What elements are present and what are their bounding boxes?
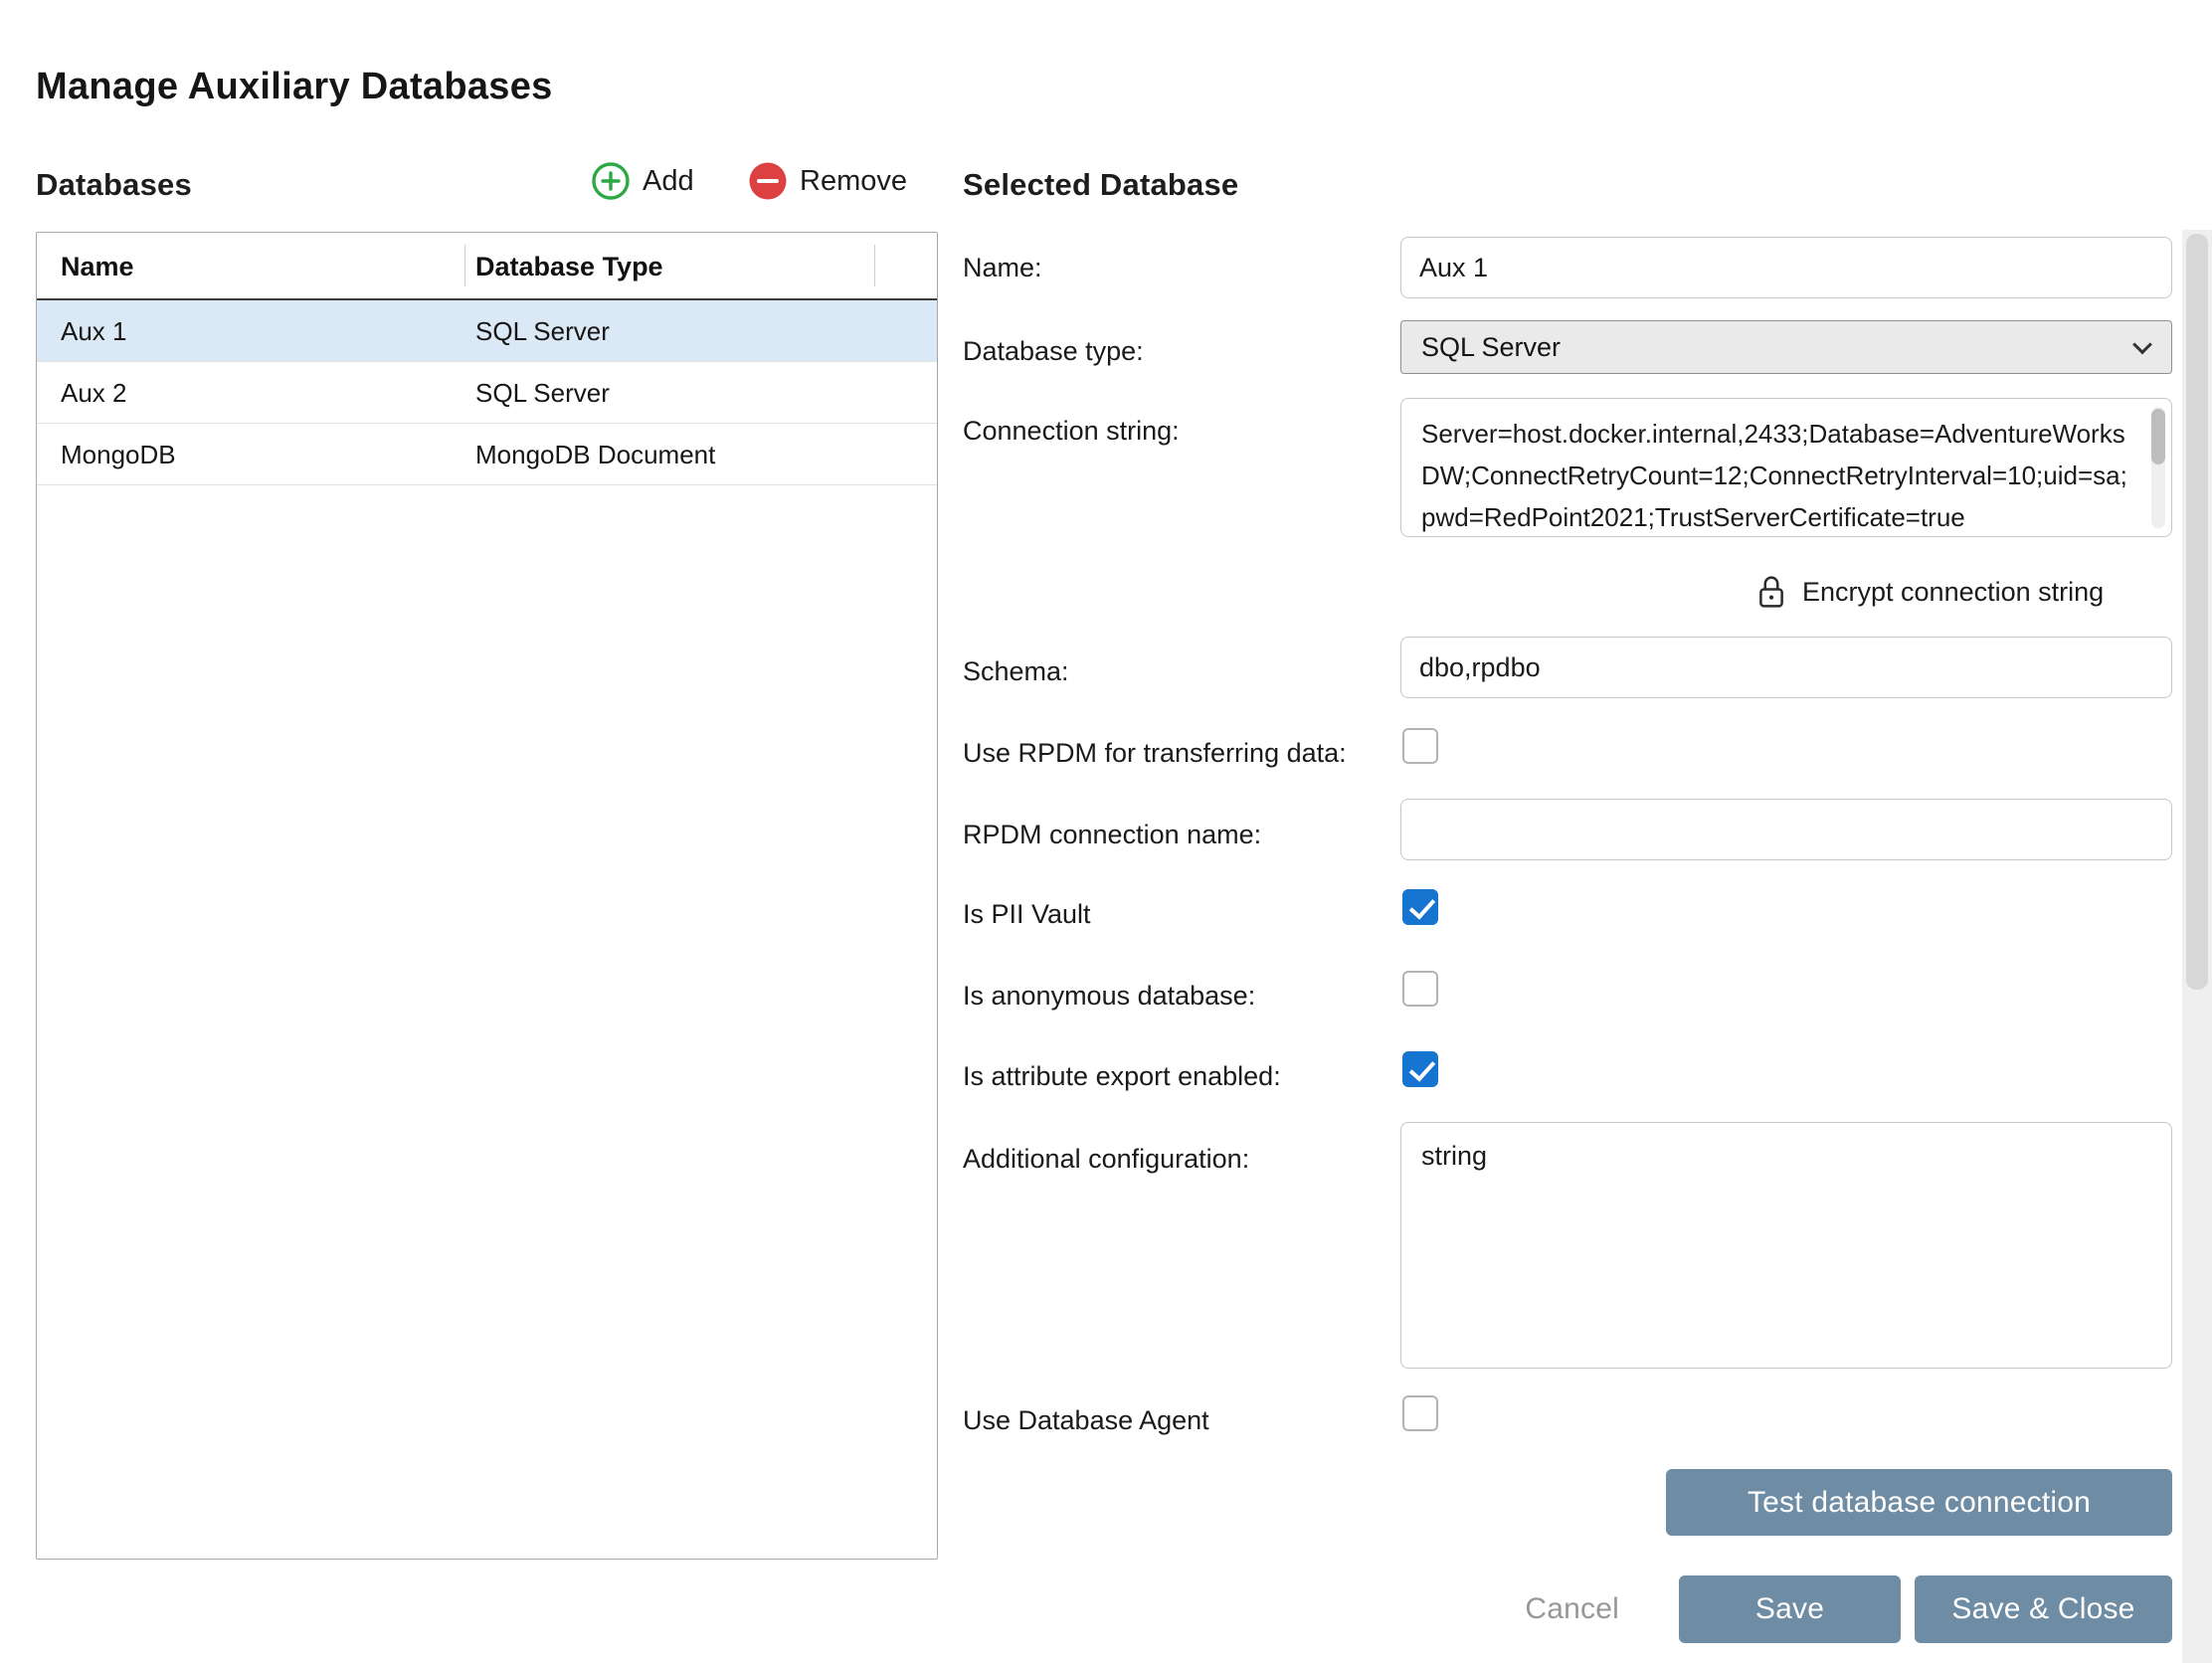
remove-database-button[interactable]: Remove [748, 159, 907, 203]
encrypt-connection-string-button[interactable]: Encrypt connection string [1756, 569, 2104, 615]
encrypt-connection-string-label: Encrypt connection string [1802, 577, 2104, 608]
textarea-scrollbar-thumb[interactable] [2151, 409, 2165, 464]
selected-database-heading: Selected Database [963, 167, 1238, 203]
databases-heading: Databases [36, 167, 192, 203]
use-rpdm-checkbox[interactable] [1402, 728, 1438, 764]
name-field-label: Name: [963, 249, 1042, 286]
page-title: Manage Auxiliary Databases [36, 66, 553, 108]
save-and-close-button[interactable]: Save & Close [1915, 1575, 2172, 1643]
connection-string-textarea[interactable]: Server=host.docker.internal,2433;Databas… [1400, 398, 2172, 537]
databases-table-header: Name Database Type [37, 233, 937, 300]
table-row-aux1[interactable]: Aux 1 SQL Server [37, 300, 937, 362]
cell-database-type: SQL Server [475, 362, 610, 424]
rpdm-connection-name-label: RPDM connection name: [963, 816, 1261, 853]
table-row-mongodb[interactable]: MongoDB MongoDB Document [37, 424, 937, 485]
manage-auxiliary-databases-dialog: Manage Auxiliary Databases Databases Add… [0, 0, 2212, 1663]
table-row-aux2[interactable]: Aux 2 SQL Server [37, 362, 937, 424]
column-header-name[interactable]: Name [61, 233, 134, 300]
use-database-agent-label: Use Database Agent [963, 1401, 1209, 1439]
add-icon [591, 161, 631, 201]
use-rpdm-label: Use RPDM for transferring data: [963, 734, 1347, 772]
cell-name: Aux 2 [61, 362, 127, 424]
cell-name: Aux 1 [61, 300, 127, 362]
database-type-selected-value: SQL Server [1421, 332, 1561, 363]
connection-string-field-label: Connection string: [963, 412, 1180, 450]
rpdm-connection-name-input[interactable] [1400, 799, 2172, 860]
lock-icon [1756, 573, 1786, 611]
column-header-database-type[interactable]: Database Type [475, 233, 663, 300]
schema-input[interactable] [1400, 637, 2172, 698]
test-database-connection-button[interactable]: Test database connection [1666, 1469, 2172, 1536]
name-input[interactable] [1400, 237, 2172, 298]
is-anonymous-database-label: Is anonymous database: [963, 977, 1255, 1015]
connection-string-value: Server=host.docker.internal,2433;Databas… [1421, 413, 2127, 537]
vertical-scrollbar[interactable] [2182, 230, 2212, 1663]
schema-field-label: Schema: [963, 652, 1069, 690]
additional-configuration-textarea[interactable]: string [1400, 1122, 2172, 1369]
databases-table: Name Database Type Aux 1 SQL Server Aux … [36, 232, 938, 1560]
is-anonymous-database-checkbox[interactable] [1402, 971, 1438, 1007]
additional-configuration-value: string [1421, 1137, 2151, 1175]
add-database-button[interactable]: Add [591, 159, 694, 203]
remove-label: Remove [800, 165, 907, 198]
cancel-button[interactable]: Cancel [1470, 1590, 1619, 1628]
database-type-select[interactable]: SQL Server [1400, 320, 2172, 374]
use-database-agent-checkbox[interactable] [1402, 1395, 1438, 1431]
add-label: Add [643, 165, 694, 198]
is-attribute-export-enabled-checkbox[interactable] [1402, 1051, 1438, 1087]
is-pii-vault-checkbox[interactable] [1402, 889, 1438, 925]
save-button[interactable]: Save [1679, 1575, 1901, 1643]
cell-database-type: MongoDB Document [475, 424, 715, 485]
cell-name: MongoDB [61, 424, 176, 485]
cell-database-type: SQL Server [475, 300, 610, 362]
additional-configuration-label: Additional configuration: [963, 1140, 1249, 1178]
is-attribute-export-enabled-label: Is attribute export enabled: [963, 1057, 1281, 1095]
vertical-scrollbar-thumb[interactable] [2186, 234, 2208, 990]
chevron-down-icon [2132, 335, 2152, 355]
column-divider [464, 245, 465, 286]
is-pii-vault-label: Is PII Vault [963, 895, 1091, 933]
remove-icon [748, 161, 788, 201]
column-divider [874, 245, 875, 286]
database-type-field-label: Database type: [963, 332, 1144, 370]
